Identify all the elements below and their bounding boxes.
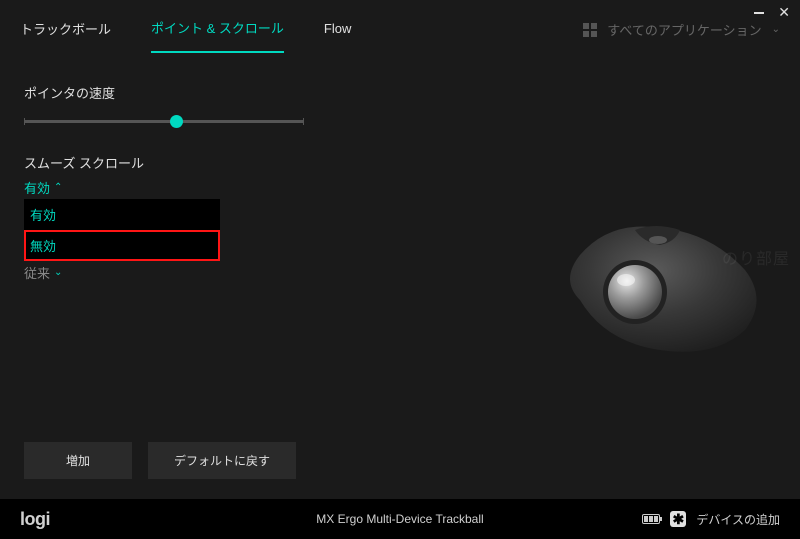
- watermark-text: のり部屋: [722, 245, 790, 269]
- application-filter[interactable]: すべてのアプリケーション ⌄: [583, 20, 780, 39]
- device-image: [550, 210, 770, 360]
- option-enabled[interactable]: 有効: [24, 199, 220, 230]
- smooth-scroll-selected: 有効: [24, 178, 50, 197]
- tab-point-and-scroll[interactable]: ポイント & スクロール: [151, 18, 284, 53]
- pointer-speed-slider[interactable]: [24, 120, 304, 123]
- smooth-scroll-dropdown[interactable]: 有効 ⌃: [24, 178, 776, 197]
- apps-grid-icon: [583, 23, 597, 37]
- pointer-speed-label: ポインタの速度: [24, 83, 776, 102]
- app-filter-label: すべてのアプリケーション: [607, 20, 761, 39]
- footer: logi MX Ergo Multi-Device Trackball ✱ デバ…: [0, 499, 800, 539]
- tabs-bar: トラックボール ポイント & スクロール Flow すべてのアプリケーション ⌄: [0, 0, 800, 53]
- hidden-setting-label: 従来: [24, 263, 50, 282]
- smooth-scroll-label: スムーズ スクロール: [24, 153, 776, 172]
- slider-thumb[interactable]: [170, 115, 183, 128]
- device-name: MX Ergo Multi-Device Trackball: [316, 512, 483, 526]
- connection-icon: ✱: [670, 511, 686, 527]
- chevron-up-icon: ⌃: [54, 182, 62, 193]
- increase-button[interactable]: 増加: [24, 442, 132, 479]
- restore-default-button[interactable]: デフォルトに戻す: [148, 442, 296, 479]
- add-device-button[interactable]: デバイスの追加: [696, 511, 780, 528]
- brand-logo: logi: [20, 509, 50, 530]
- tab-trackball[interactable]: トラックボール: [20, 19, 111, 52]
- smooth-scroll-options: 有効 無効: [24, 199, 220, 261]
- chevron-down-icon: ⌄: [772, 24, 780, 35]
- battery-icon: [642, 514, 660, 524]
- chevron-down-icon: ⌄: [54, 267, 62, 278]
- option-disabled[interactable]: 無効: [24, 230, 220, 261]
- tab-flow[interactable]: Flow: [324, 21, 351, 50]
